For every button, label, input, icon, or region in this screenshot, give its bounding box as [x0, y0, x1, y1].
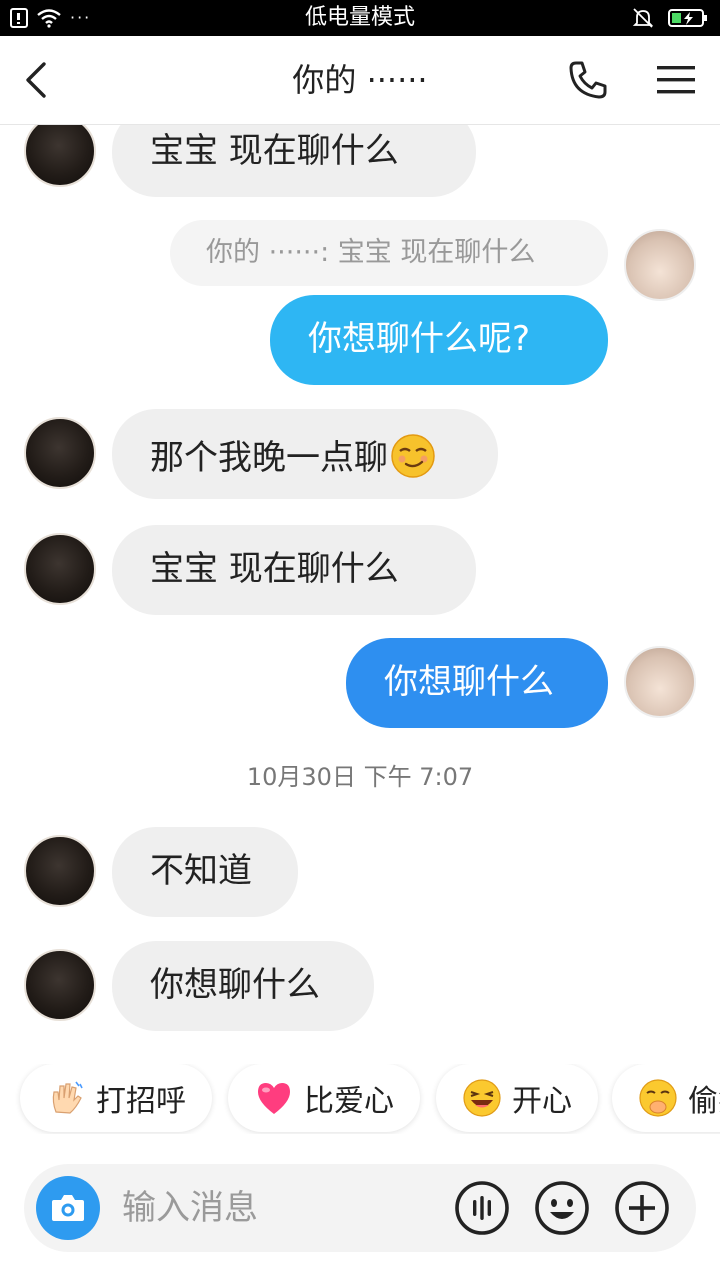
- battery-icon: [668, 9, 707, 27]
- contact-avatar[interactable]: [24, 533, 96, 605]
- quick-reply-label: 开心: [512, 1084, 572, 1119]
- status-bar: ··· 低电量模式: [0, 0, 720, 36]
- incoming-message[interactable]: 不知道: [112, 827, 298, 917]
- laughing-face-icon: [463, 1079, 501, 1117]
- outgoing-message[interactable]: 你想聊什么呢?: [270, 295, 608, 385]
- quick-reply-label: 偷笑: [688, 1084, 720, 1119]
- message-input-bar: 输入消息: [24, 1164, 696, 1252]
- camera-icon: [52, 1195, 84, 1221]
- quick-reply-label: 比爱心: [304, 1084, 394, 1119]
- chat-area[interactable]: 宝宝 现在聊什么 你的 ······: 宝宝 现在聊什么 你想聊什么呢? 那个我…: [0, 125, 720, 1055]
- quoted-reply[interactable]: 你的 ······: 宝宝 现在聊什么: [170, 220, 608, 286]
- heart-icon: [258, 1083, 290, 1114]
- message-text: 那个我晚一点聊: [150, 438, 388, 478]
- message-input[interactable]: 输入消息: [122, 1186, 258, 1230]
- smug-face-icon: [391, 434, 435, 478]
- quick-reply-chip[interactable]: 打招呼: [20, 1064, 212, 1132]
- emoji-icon[interactable]: [534, 1180, 590, 1236]
- quick-reply-chip[interactable]: 偷笑: [612, 1064, 720, 1132]
- incoming-message[interactable]: 宝宝 现在聊什么: [112, 125, 476, 197]
- quick-reply-bar[interactable]: 打招呼 比爱心 开心 偷笑: [0, 1064, 720, 1134]
- message-timestamp: 10月30日 下午 7:07: [246, 763, 474, 791]
- add-icon[interactable]: [614, 1180, 670, 1236]
- quick-reply-chip[interactable]: 比爱心: [228, 1064, 420, 1132]
- menu-icon[interactable]: [654, 62, 698, 98]
- outgoing-message[interactable]: 你想聊什么: [346, 638, 608, 728]
- status-title: 低电量模式: [304, 5, 415, 30]
- giggle-face-icon: [639, 1079, 677, 1117]
- chat-title: 你的 ······: [292, 61, 428, 99]
- mute-bell-icon: [632, 8, 654, 28]
- wave-hand-icon: [52, 1081, 83, 1114]
- incoming-message[interactable]: 那个我晚一点聊: [112, 409, 498, 499]
- status-right: [632, 8, 708, 28]
- my-avatar[interactable]: [624, 229, 696, 301]
- contact-avatar[interactable]: [24, 949, 96, 1021]
- chat-header: 你的 ······: [0, 36, 720, 125]
- camera-button[interactable]: [36, 1176, 100, 1240]
- contact-avatar[interactable]: [24, 417, 96, 489]
- my-avatar[interactable]: [624, 646, 696, 718]
- contact-avatar[interactable]: [24, 125, 96, 187]
- incoming-message[interactable]: 宝宝 现在聊什么: [112, 525, 476, 615]
- incoming-message[interactable]: 你想聊什么: [112, 941, 374, 1031]
- contact-avatar[interactable]: [24, 835, 96, 907]
- quick-reply-label: 打招呼: [96, 1084, 186, 1119]
- voice-icon[interactable]: [454, 1180, 510, 1236]
- phone-icon[interactable]: [566, 58, 610, 102]
- quick-reply-chip[interactable]: 开心: [436, 1064, 598, 1132]
